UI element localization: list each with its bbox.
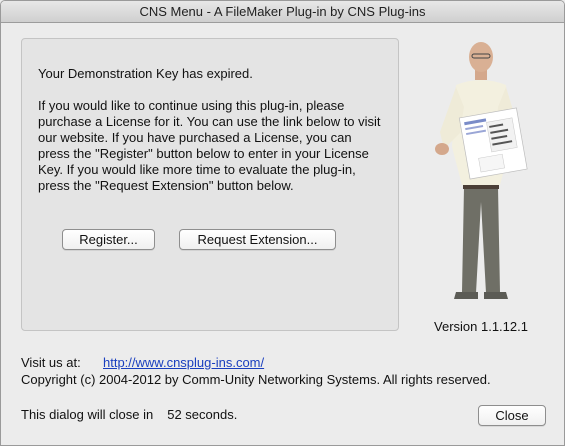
- message-panel: Your Demonstration Key has expired. If y…: [21, 38, 399, 331]
- presenter-figure-icon: [435, 42, 528, 299]
- countdown-label: This dialog will close in: [21, 407, 154, 422]
- expired-message: Your Demonstration Key has expired.: [38, 66, 253, 81]
- visit-label: Visit us at:: [21, 355, 81, 370]
- instructions-message: If you would like to continue using this…: [38, 98, 381, 193]
- close-countdown: This dialog will close in 52 seconds.: [21, 407, 237, 422]
- website-link[interactable]: http://www.cnsplug-ins.com/: [103, 355, 264, 370]
- register-button[interactable]: Register...: [62, 229, 155, 250]
- copyright-text: Copyright (c) 2004-2012 by Comm-Unity Ne…: [21, 372, 491, 387]
- dialog-window: CNS Menu - A FileMaker Plug-in by CNS Pl…: [0, 0, 565, 446]
- countdown-value: 52 seconds.: [167, 407, 238, 422]
- title-bar: CNS Menu - A FileMaker Plug-in by CNS Pl…: [1, 1, 564, 23]
- window-title: CNS Menu - A FileMaker Plug-in by CNS Pl…: [139, 4, 426, 19]
- version-label: Version 1.1.12.1: [434, 319, 528, 334]
- request-extension-button[interactable]: Request Extension...: [179, 229, 336, 250]
- close-button[interactable]: Close: [478, 405, 546, 426]
